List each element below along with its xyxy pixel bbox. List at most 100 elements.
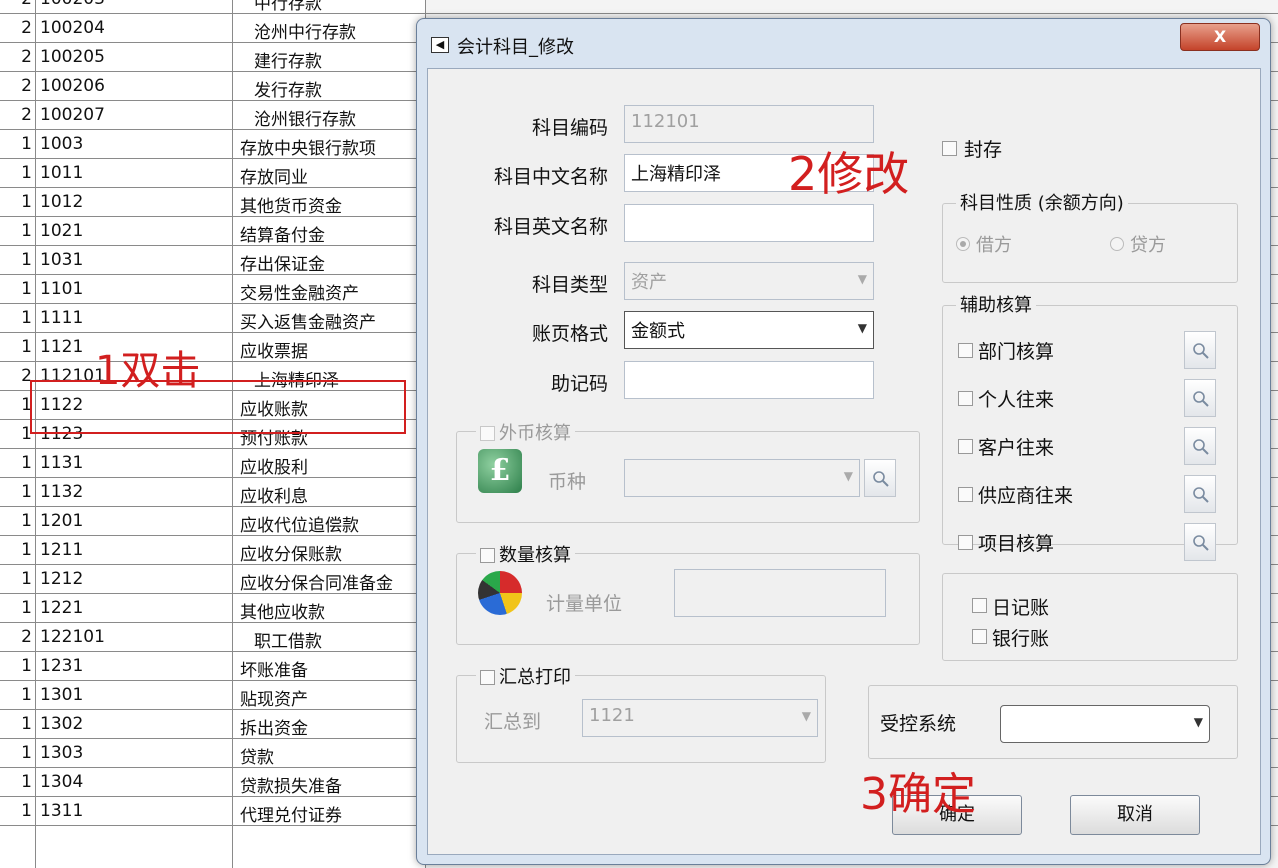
summary-print-checkbox[interactable] xyxy=(480,670,495,685)
close-button[interactable]: X xyxy=(1180,23,1260,51)
currency-label: 币种 xyxy=(548,471,587,493)
daily-journal-label: 日记账 xyxy=(992,597,1050,619)
code-cell: 100203 xyxy=(40,0,105,9)
search-icon xyxy=(1193,535,1209,551)
dialog-title: 会计科目_修改 xyxy=(457,37,574,58)
code-cell: 1132 xyxy=(40,482,84,502)
level-cell: 2 xyxy=(21,76,32,96)
aux-search-button[interactable] xyxy=(1184,427,1216,465)
code-cell: 1302 xyxy=(40,714,84,734)
code-cell: 1212 xyxy=(40,569,84,589)
name-cell: 拆出资金 xyxy=(240,719,308,739)
level-cell: 1 xyxy=(21,163,32,183)
code-cell: 1301 xyxy=(40,685,84,705)
aux-label: 客户往来 xyxy=(978,437,1055,459)
controlled-system-label: 受控系统 xyxy=(880,713,957,735)
type-value: 资产 xyxy=(631,272,667,293)
summary-print-title: 汇总打印 xyxy=(476,663,575,689)
aux-search-button[interactable] xyxy=(1184,475,1216,513)
code-cell: 1211 xyxy=(40,540,84,560)
level-cell: 2 xyxy=(21,105,32,125)
name-cell: 存出保证金 xyxy=(240,255,325,275)
summary-to-select: 1121 ▼ xyxy=(582,699,818,737)
code-cell: 100207 xyxy=(40,105,105,125)
search-icon xyxy=(1193,487,1209,503)
en-name-label: 科目英文名称 xyxy=(493,216,608,238)
code-cell: 1101 xyxy=(40,279,84,299)
cancel-button[interactable]: 取消 xyxy=(1070,795,1200,835)
code-cell: 1121 xyxy=(40,337,84,357)
seal-checkbox[interactable] xyxy=(942,141,957,156)
code-cell: 100205 xyxy=(40,47,105,67)
level-cell: 1 xyxy=(21,134,32,154)
level-cell: 1 xyxy=(21,801,32,821)
aux-checkbox[interactable] xyxy=(958,439,973,454)
code-cell: 1031 xyxy=(40,250,84,270)
credit-radio[interactable] xyxy=(1110,237,1124,251)
code-cell: 1304 xyxy=(40,772,84,792)
quantity-checkbox[interactable] xyxy=(480,548,495,563)
table-row[interactable]: 2 100203 中行存款 xyxy=(0,0,1278,14)
level-cell: 1 xyxy=(21,453,32,473)
aux-search-button[interactable] xyxy=(1184,523,1216,561)
daily-journal-checkbox[interactable] xyxy=(972,598,987,613)
aux-label: 部门核算 xyxy=(978,341,1055,363)
level-cell: 1 xyxy=(21,482,32,502)
format-select[interactable]: 金额式 ▼ xyxy=(624,311,874,349)
seal-label: 封存 xyxy=(964,139,1003,161)
code-cell: 1221 xyxy=(40,598,84,618)
aux-label: 供应商往来 xyxy=(978,485,1074,507)
name-cell: 买入返售金融资产 xyxy=(240,313,376,333)
auxiliary-title: 辅助核算 xyxy=(956,291,1036,317)
aux-label: 个人往来 xyxy=(978,389,1055,411)
code-cell: 122101 xyxy=(40,627,105,647)
name-cell: 贷款 xyxy=(240,748,274,768)
window-icon: ◀ xyxy=(431,37,449,53)
code-cell: 1303 xyxy=(40,743,84,763)
code-cell: 1011 xyxy=(40,163,84,183)
level-cell: 2 xyxy=(21,47,32,67)
level-cell: 1 xyxy=(21,540,32,560)
aux-checkbox[interactable] xyxy=(958,343,973,358)
name-cell: 应收代位追偿款 xyxy=(240,516,359,536)
name-cell: 存放同业 xyxy=(240,168,308,188)
name-cell: 沧州中行存款 xyxy=(254,23,356,43)
search-icon xyxy=(1193,439,1209,455)
aux-checkbox[interactable] xyxy=(958,391,973,406)
code-cell: 1231 xyxy=(40,656,84,676)
aux-checkbox[interactable] xyxy=(958,535,973,550)
name-cell: 贷款损失准备 xyxy=(240,777,342,797)
code-cell: 1012 xyxy=(40,192,84,212)
name-cell: 贴现资产 xyxy=(240,690,308,710)
chevron-down-icon: ▼ xyxy=(801,709,811,723)
level-cell: 1 xyxy=(21,743,32,763)
en-name-input[interactable] xyxy=(624,204,874,242)
currency-search-button[interactable] xyxy=(864,459,896,497)
aux-search-button[interactable] xyxy=(1184,331,1216,369)
level-cell: 1 xyxy=(21,685,32,705)
aux-search-button[interactable] xyxy=(1184,379,1216,417)
name-cell: 存放中央银行款项 xyxy=(240,139,376,159)
code-cell: 100204 xyxy=(40,18,105,38)
search-icon xyxy=(1193,343,1209,359)
code-cell: 1003 xyxy=(40,134,84,154)
level-cell: 1 xyxy=(21,656,32,676)
name-cell: 职工借款 xyxy=(254,632,322,652)
foreign-currency-checkbox[interactable] xyxy=(480,426,495,441)
code-cell: 1131 xyxy=(40,453,84,473)
currency-select: ▼ xyxy=(624,459,860,497)
mnemonic-input[interactable] xyxy=(624,361,874,399)
bank-journal-label: 银行账 xyxy=(992,628,1050,650)
controlled-system-select[interactable]: ▼ xyxy=(1000,705,1210,743)
code-label: 科目编码 xyxy=(531,117,608,139)
level-cell: 1 xyxy=(21,279,32,299)
debit-radio[interactable] xyxy=(956,237,970,251)
annotation-step2: 2修改 xyxy=(788,147,910,201)
summary-print-label: 汇总打印 xyxy=(499,667,571,688)
annotation-step1: 1双击 xyxy=(95,348,201,394)
level-cell: 2 xyxy=(21,18,32,38)
annotation-step3: 3确定 xyxy=(860,769,976,820)
bank-journal-checkbox[interactable] xyxy=(972,629,987,644)
debit-label: 借方 xyxy=(976,235,1012,256)
aux-checkbox[interactable] xyxy=(958,487,973,502)
